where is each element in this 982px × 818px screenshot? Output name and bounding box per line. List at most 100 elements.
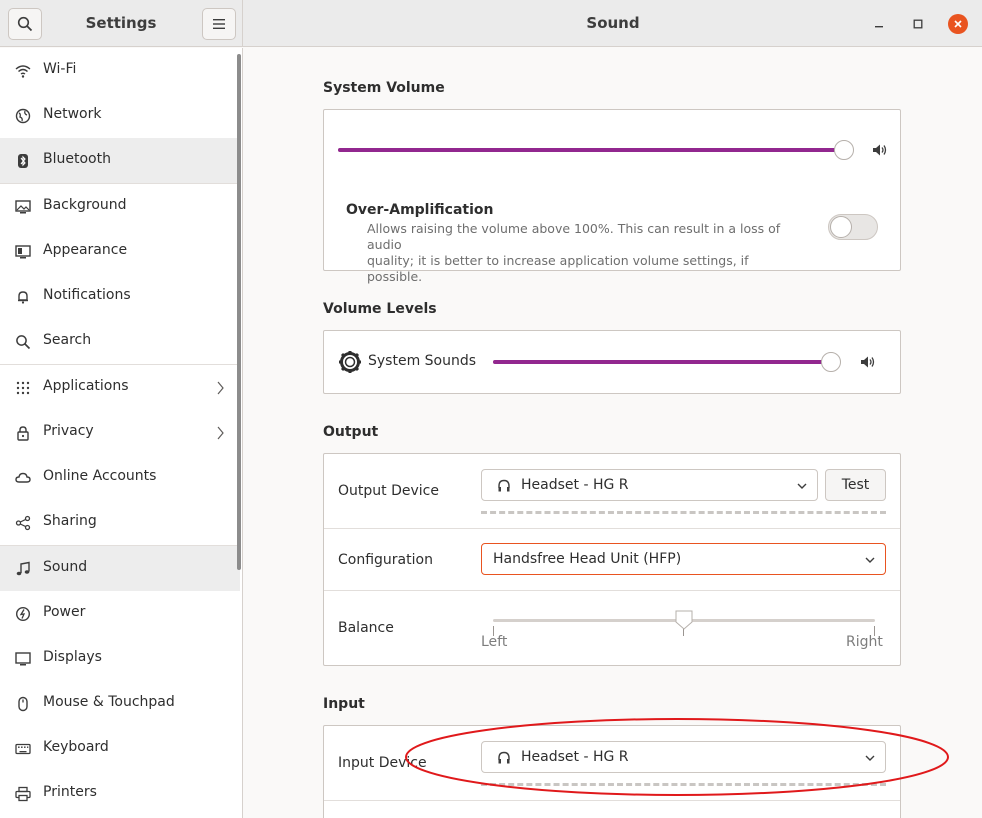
lock-icon xyxy=(14,424,32,442)
input-frame: Input Device Headset - HG R xyxy=(323,725,901,818)
sidebar-item-label: Mouse & Touchpad xyxy=(43,694,175,710)
sidebar-item-label: Background xyxy=(43,197,127,213)
sidebar-item-bluetooth[interactable]: Bluetooth xyxy=(0,138,240,183)
sidebar-item-mouse-touchpad[interactable]: Mouse & Touchpad xyxy=(0,681,240,726)
sidebar-item-label: Network xyxy=(43,106,102,122)
bell-icon xyxy=(14,288,32,306)
speaker-icon xyxy=(872,143,888,161)
share-icon xyxy=(14,514,32,532)
search-icon xyxy=(14,333,32,351)
over-amplification-description-line: quality; it is better to increase applic… xyxy=(367,253,749,284)
sidebar-item-label: Online Accounts xyxy=(43,468,157,484)
close-button[interactable] xyxy=(948,14,968,34)
cloud-icon xyxy=(14,469,32,487)
sidebar-item-background[interactable]: Background xyxy=(0,184,240,229)
minimize-button[interactable] xyxy=(869,14,889,34)
sidebar-item-label: Appearance xyxy=(43,242,128,258)
output-device-dropdown[interactable]: Headset - HG R xyxy=(481,469,818,501)
input-device-dropdown[interactable]: Headset - HG R xyxy=(481,741,886,773)
minimize-icon xyxy=(875,26,883,28)
wifi-icon xyxy=(14,62,32,80)
maximize-button[interactable] xyxy=(908,14,928,34)
chevron-right-icon xyxy=(214,379,226,397)
over-amplification-title: Over-Amplification xyxy=(346,202,494,218)
toggle-knob xyxy=(830,216,852,238)
headset-icon xyxy=(497,479,511,497)
sidebar-item-sound[interactable]: Sound xyxy=(0,546,240,591)
sidebar-item-sharing[interactable]: Sharing xyxy=(0,500,240,545)
chevron-down-icon xyxy=(797,483,807,489)
sidebar-header: Settings xyxy=(0,0,243,47)
sidebar-item-network[interactable]: Network xyxy=(0,93,240,138)
sidebar-item-label: Printers xyxy=(43,784,97,800)
power-icon xyxy=(14,605,32,623)
close-icon xyxy=(954,20,962,28)
sound-panel: System Volume Over-Amplification Allows … xyxy=(244,48,982,818)
speaker-icon xyxy=(860,355,876,373)
sidebar-item-label: Wi-Fi xyxy=(43,61,77,77)
sidebar-scrollbar[interactable] xyxy=(237,54,241,570)
hamburger-menu-icon xyxy=(213,19,225,29)
sidebar-item-label: Displays xyxy=(43,649,102,665)
sidebar-item-label: Keyboard xyxy=(43,739,109,755)
sidebar-item-appearance[interactable]: Appearance xyxy=(0,229,240,274)
header-bar: Settings Sound xyxy=(0,0,982,47)
mouse-icon xyxy=(14,695,32,713)
keyboard-icon xyxy=(14,740,32,758)
output-frame: Output Device Headset - HG R Test Config… xyxy=(323,453,901,666)
system-sounds-fill xyxy=(493,360,831,364)
chevron-down-icon xyxy=(865,755,875,761)
input-device-value: Headset - HG R xyxy=(521,749,629,765)
output-device-value: Headset - HG R xyxy=(521,477,629,493)
sidebar-item-displays[interactable]: Displays xyxy=(0,636,240,681)
sidebar-item-keyboard[interactable]: Keyboard xyxy=(0,726,240,771)
over-amplification-description: Allows raising the volume above 100%. Th… xyxy=(367,221,807,285)
balance-slider[interactable] xyxy=(674,609,694,635)
background-icon xyxy=(14,198,32,216)
over-amplification-description-line: Allows raising the volume above 100%. Th… xyxy=(367,221,781,252)
test-button[interactable]: Test xyxy=(825,469,886,501)
output-device-label: Output Device xyxy=(338,483,439,499)
menu-button[interactable] xyxy=(202,8,236,40)
sidebar-item-applications[interactable]: Applications xyxy=(0,365,240,410)
divider xyxy=(324,800,900,801)
settings-title: Settings xyxy=(85,14,157,32)
configuration-dropdown[interactable]: Handsfree Head Unit (HFP) xyxy=(481,543,886,575)
balance-left-label: Left xyxy=(481,634,508,650)
bluetooth-icon xyxy=(14,152,32,170)
divider xyxy=(324,590,900,591)
headset-icon xyxy=(497,751,511,769)
divider xyxy=(324,528,900,529)
configuration-label: Configuration xyxy=(338,552,433,568)
chevron-right-icon xyxy=(214,424,226,442)
configuration-value: Handsfree Head Unit (HFP) xyxy=(493,551,682,567)
input-level-bar xyxy=(481,783,886,786)
system-volume-fill xyxy=(338,148,844,152)
sidebar-item-notifications[interactable]: Notifications xyxy=(0,274,240,319)
system-sounds-slider[interactable] xyxy=(821,352,841,372)
system-volume-frame: Over-Amplification Allows raising the vo… xyxy=(323,109,901,284)
sidebar-item-search[interactable]: Search xyxy=(0,319,240,364)
network-icon xyxy=(14,107,32,125)
volume-levels-frame: System Sounds xyxy=(323,330,901,394)
display-icon xyxy=(14,650,32,668)
sidebar-item-printers[interactable]: Printers xyxy=(0,771,240,816)
printer-icon xyxy=(14,785,32,803)
maximize-icon xyxy=(913,19,923,29)
sidebar-item-privacy[interactable]: Privacy xyxy=(0,410,240,455)
appearance-icon xyxy=(14,243,32,261)
over-amplification-toggle[interactable] xyxy=(828,214,878,240)
music-note-icon xyxy=(14,560,32,578)
sidebar-item-label: Power xyxy=(43,604,86,620)
sidebar-item-label: Search xyxy=(43,332,92,348)
sidebar-item-online-accounts[interactable]: Online Accounts xyxy=(0,455,240,500)
sidebar-item-power[interactable]: Power xyxy=(0,591,240,636)
system-sounds-gear-icon xyxy=(338,350,362,378)
sidebar-item-wifi[interactable]: Wi-Fi xyxy=(0,48,240,93)
sidebar-item-label: Notifications xyxy=(43,287,131,303)
system-volume-slider[interactable] xyxy=(834,140,854,160)
input-heading: Input xyxy=(323,696,365,712)
search-button[interactable] xyxy=(8,8,42,40)
input-device-label: Input Device xyxy=(338,755,427,771)
sidebar-item-label: Bluetooth xyxy=(43,151,111,167)
